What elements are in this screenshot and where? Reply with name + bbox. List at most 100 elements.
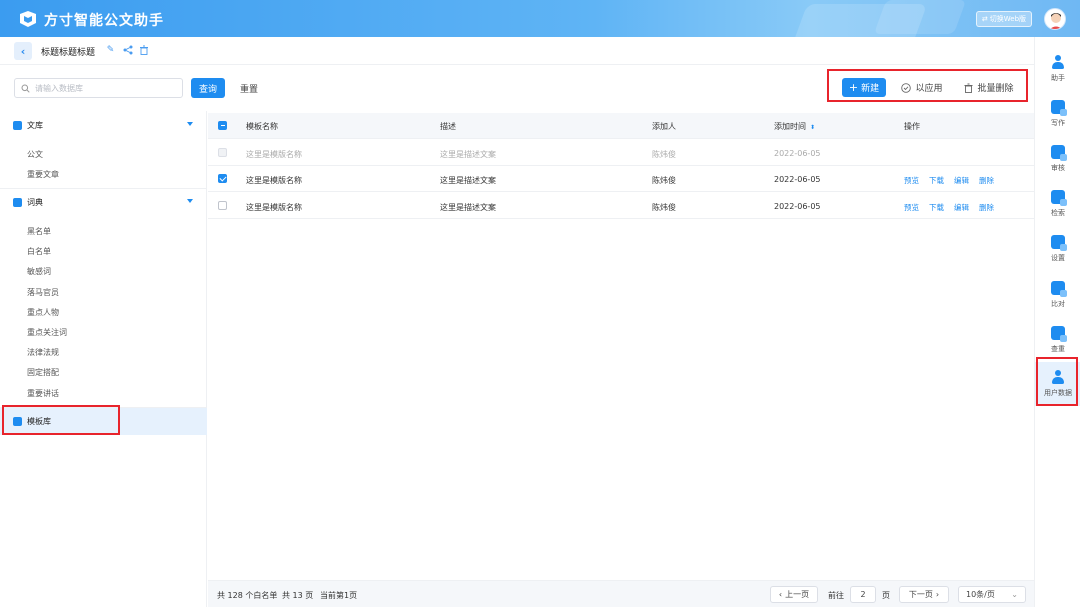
sidebar-item-key-words[interactable]: 重点关注词 [27, 327, 67, 338]
back-button[interactable]: ‹ [14, 42, 32, 60]
rail-item-compare[interactable]: 比对 [1035, 273, 1080, 317]
delete-link[interactable]: 删除 [979, 202, 994, 213]
column-header-time[interactable]: 添加时间 ⬍ [774, 121, 815, 132]
library-icon [13, 120, 22, 130]
avatar[interactable] [1044, 8, 1066, 30]
delete-link[interactable]: 删除 [979, 175, 994, 186]
next-page-button[interactable]: 下一页 › [899, 586, 949, 603]
batch-delete-label: 批量删除 [977, 84, 1014, 94]
column-header-user: 添加人 [652, 122, 676, 131]
highlight-box-template-library [2, 405, 120, 435]
share-icon[interactable] [122, 45, 133, 56]
row-checkbox [218, 148, 227, 157]
sidebar-item-blacklist[interactable]: 黑名单 [27, 226, 51, 237]
total-pages: 共 13 页 [282, 591, 314, 600]
applied-button[interactable]: 以应用 [896, 78, 948, 97]
sidebar-item-laws[interactable]: 法律法规 [27, 347, 59, 358]
row-checkbox[interactable] [218, 201, 227, 210]
app-title: 方寸智能公文助手 [44, 13, 164, 29]
page-title: 标题标题标题 [41, 48, 96, 58]
total-count: 共 128 个白名单 [217, 591, 278, 600]
switch-web-label: 切换Web版 [989, 15, 1027, 23]
duplicate-check-icon [1051, 326, 1067, 342]
rail-item-review[interactable]: 审核 [1035, 137, 1080, 181]
table-row: 这里是模版名称 这里是描述文案 陈炜俊 2022-06-05 [208, 140, 1034, 166]
rail-label: 助手 [1051, 74, 1065, 82]
download-link[interactable]: 下载 [929, 202, 944, 213]
page-number-input[interactable]: 2 [850, 586, 876, 603]
switch-web-button[interactable]: ⇄ 切换Web版 [976, 11, 1032, 27]
rail-item-duplicate-check[interactable]: 查重 [1035, 318, 1080, 362]
sidebar-item-sensitive-words[interactable]: 敏感词 [27, 266, 51, 277]
rail-label: 写作 [1051, 119, 1065, 127]
edit-link[interactable]: 编辑 [954, 175, 969, 186]
cell-name: 这里是模版名称 [246, 176, 302, 185]
rail-item-settings[interactable]: 设置 [1035, 227, 1080, 271]
top-bar: 方寸智能公文助手 ⇄ 切换Web版 [0, 0, 1080, 44]
download-link[interactable]: 下载 [929, 175, 944, 186]
header-decoration [873, 0, 967, 34]
sort-icon[interactable]: ⬍ [810, 124, 815, 131]
edit-icon[interactable]: ✎ [105, 45, 116, 56]
rail-item-assistant[interactable]: 助手 [1035, 47, 1080, 91]
rail-item-write[interactable]: 写作 [1035, 92, 1080, 136]
dictionary-icon [13, 197, 22, 207]
check-circle-icon [901, 82, 912, 93]
sidebar-item-important-article[interactable]: 重要文章 [27, 169, 59, 180]
rail-label: 审核 [1051, 164, 1065, 172]
app-logo-icon [20, 11, 36, 27]
cell-name: 这里是模版名称 [246, 203, 302, 212]
assistant-icon [1051, 55, 1065, 69]
table-header: 模板名称 描述 添加人 添加时间 ⬍ 操作 [208, 113, 1034, 139]
search-box [14, 78, 183, 98]
sidebar: 文库 公文 重要文章 词典 黑名单 白名单 敏感词 落马官员 重点人物 重点关注… [0, 111, 207, 607]
preview-link[interactable]: 预览 [904, 175, 919, 186]
compare-icon [1051, 281, 1067, 297]
cell-desc: 这里是描述文案 [440, 176, 496, 185]
sidebar-item-fallen-officials[interactable]: 落马官员 [27, 287, 59, 298]
sidebar-item-whitelist[interactable]: 白名单 [27, 246, 51, 257]
rail-item-search[interactable]: 检索 [1035, 182, 1080, 226]
sidebar-item-important-speech[interactable]: 重要讲话 [27, 388, 59, 399]
cell-time: 2022-06-05 [774, 149, 821, 158]
reset-button[interactable]: 重置 [231, 78, 267, 98]
search-input[interactable] [35, 83, 175, 93]
preview-link[interactable]: 预览 [904, 202, 919, 213]
batch-delete-button[interactable]: 批量删除 [958, 78, 1020, 97]
page-unit: 页 [882, 591, 890, 600]
chevron-left-icon: ‹ [778, 590, 783, 599]
caret-down-icon [187, 199, 193, 203]
page-size-label: 10条/页 [966, 590, 995, 599]
new-button[interactable]: + 新建 [842, 78, 886, 97]
chevron-right-icon: › [935, 590, 940, 599]
trash-icon[interactable] [138, 45, 149, 56]
table-row: 这里是模版名称 这里是描述文案 陈炜俊 2022-06-05 预览 下载 编辑 … [208, 166, 1034, 192]
prev-page-label: 上一页 [785, 590, 810, 599]
select-all-checkbox[interactable] [218, 121, 227, 130]
trash-icon [964, 83, 973, 93]
sidebar-item-fixed-collocation[interactable]: 固定搭配 [27, 367, 59, 378]
sidebar-item-key-persons[interactable]: 重点人物 [27, 307, 59, 318]
column-header-time-label: 添加时间 [774, 122, 806, 131]
cell-user: 陈炜俊 [652, 203, 676, 212]
sidebar-group-dictionary[interactable]: 词典 [0, 189, 207, 215]
query-button[interactable]: 查询 [191, 78, 225, 98]
sidebar-group-library[interactable]: 文库 [0, 112, 207, 138]
rail-label: 比对 [1051, 300, 1065, 308]
sidebar-group-label: 词典 [27, 197, 43, 207]
prev-page-button[interactable]: ‹ 上一页 [770, 586, 818, 603]
search-icon [21, 84, 30, 93]
row-checkbox[interactable] [218, 174, 227, 183]
switch-icon: ⇄ [981, 15, 988, 23]
cell-user: 陈炜俊 [652, 150, 676, 159]
title-bar: ‹ 标题标题标题 ✎ [0, 37, 1034, 65]
column-header-ops: 操作 [904, 122, 920, 131]
chevron-down-icon: ⌄ [1011, 590, 1018, 599]
sidebar-item-official-doc[interactable]: 公文 [27, 149, 43, 160]
cell-time: 2022-06-05 [774, 175, 821, 184]
cell-desc: 这里是描述文案 [440, 203, 496, 212]
plus-icon: + [848, 81, 859, 94]
applied-button-label: 以应用 [915, 84, 943, 94]
page-size-select[interactable]: 10条/页 ⌄ [958, 586, 1026, 603]
edit-link[interactable]: 编辑 [954, 202, 969, 213]
